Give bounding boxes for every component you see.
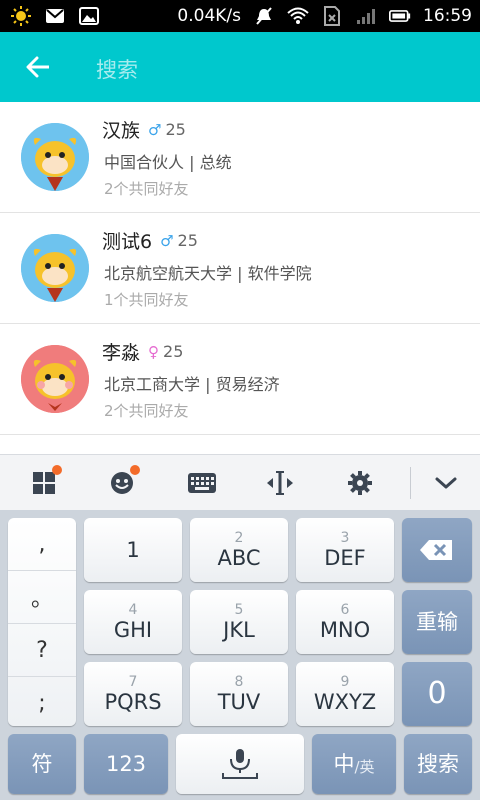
user-info: 中国合伙人 | 总统: [104, 153, 232, 172]
search-key-label: 搜索: [417, 752, 459, 776]
user-age: 25: [165, 120, 186, 139]
arrow-left-icon: [26, 56, 49, 78]
key-0[interactable]: 0: [402, 662, 472, 726]
search-header: 搜索: [0, 32, 480, 102]
network-speed: 0.04K/s: [177, 6, 241, 26]
user-info: 北京工商大学 | 贸易经济: [104, 375, 280, 394]
key-2[interactable]: 2 ABC: [190, 518, 288, 582]
cursor-move-icon[interactable]: [262, 465, 298, 501]
key-3[interactable]: 3 DEF: [296, 518, 394, 582]
user-name: 汉族: [102, 120, 141, 142]
apps-grid-icon[interactable]: [26, 465, 62, 501]
user-name: 李淼: [102, 342, 141, 364]
back-button[interactable]: [20, 49, 56, 85]
key-digit: 6: [340, 601, 350, 618]
key-letters: MNO: [319, 617, 371, 642]
backspace-button[interactable]: [402, 518, 472, 582]
punct-key[interactable]: 。: [8, 571, 76, 624]
mute-icon: [253, 5, 275, 27]
avatar: [21, 123, 89, 191]
lang-main-label: 中: [333, 752, 355, 776]
mutual-friends: 1个共同好友: [104, 291, 189, 309]
lang-sub-label: /英: [354, 757, 375, 776]
avatar: [21, 345, 89, 413]
battery-icon: [389, 5, 411, 27]
female-icon: ♀: [148, 342, 160, 361]
sim-icon: [321, 5, 343, 27]
settings-gear-icon[interactable]: [342, 465, 378, 501]
language-toggle-button[interactable]: 中 /英: [312, 734, 396, 794]
notification-dot: [52, 465, 62, 475]
male-icon: ♂: [160, 231, 174, 250]
key-5[interactable]: 5 JKL: [190, 590, 288, 654]
search-key-button[interactable]: 搜索: [404, 734, 472, 794]
punct-key[interactable]: ;: [8, 677, 76, 729]
punctuation-column: , 。 ? ;: [8, 518, 76, 726]
list-item[interactable]: 测试6 ♂ 25 北京航空航天大学 | 软件学院 1个共同好友: [0, 213, 480, 324]
key-letters: ABC: [217, 545, 261, 570]
key-digit: 3: [340, 529, 350, 546]
t9-keyboard: , 。 ? ; 1 2 ABC 3 DEF 4 GHI 5 JKL 6 MNO …: [0, 510, 480, 800]
reenter-label: 重输: [416, 610, 458, 634]
user-age: 25: [163, 342, 184, 361]
list-item[interactable]: 李淼 ♀ 25 北京工商大学 | 贸易经济 2个共同好友: [0, 324, 480, 435]
avatar: [21, 234, 89, 302]
backspace-icon: [420, 540, 452, 560]
key-digit: 9: [340, 673, 350, 690]
key-letters: TUV: [217, 689, 261, 714]
search-results-list: 汉族 ♂ 25 中国合伙人 | 总统 2个共同好友 测试6 ♂ 25 北京航空航…: [0, 102, 480, 454]
user-name: 测试6: [102, 231, 153, 253]
signal-icon: [355, 5, 377, 27]
clock: 16:59: [423, 6, 472, 26]
symbols-label: 符: [31, 752, 53, 776]
punct-key[interactable]: ?: [8, 624, 76, 677]
key-digit: 0: [427, 676, 447, 711]
list-item[interactable]: 汉族 ♂ 25 中国合伙人 | 总统 2个共同好友: [0, 102, 480, 213]
user-info: 北京航空航天大学 | 软件学院: [104, 264, 312, 283]
mail-icon: [44, 5, 66, 27]
wifi-icon: [287, 5, 309, 27]
symbols-button[interactable]: 符: [8, 734, 76, 794]
key-8[interactable]: 8 TUV: [190, 662, 288, 726]
search-input[interactable]: 搜索: [96, 54, 138, 84]
space-voice-button[interactable]: [176, 734, 304, 794]
numeric-label: 123: [105, 752, 147, 776]
mutual-friends: 2个共同好友: [104, 180, 189, 198]
key-letters: JKL: [223, 617, 255, 642]
key-1[interactable]: 1: [84, 518, 182, 582]
weather-sun-icon: [10, 5, 32, 27]
notification-dot: [130, 465, 140, 475]
chevron-down-icon[interactable]: [428, 465, 464, 501]
microphone-icon: [222, 749, 258, 779]
key-6[interactable]: 6 MNO: [296, 590, 394, 654]
key-digit: 5: [234, 601, 244, 618]
male-icon: ♂: [148, 120, 162, 139]
key-letters: WXYZ: [313, 689, 377, 714]
key-digit: 7: [128, 673, 138, 690]
key-9[interactable]: 9 WXYZ: [296, 662, 394, 726]
punct-key[interactable]: ,: [8, 518, 76, 571]
key-7[interactable]: 7 PQRS: [84, 662, 182, 726]
list-item[interactable]: [0, 435, 480, 454]
key-digit: 8: [234, 673, 244, 690]
key-digit: 4: [128, 601, 138, 618]
key-digit: 2: [234, 529, 244, 546]
key-letters: 1: [126, 538, 140, 562]
key-letters: GHI: [113, 617, 153, 642]
mutual-friends: 2个共同好友: [104, 402, 189, 420]
toolbar-divider: [410, 467, 411, 499]
key-4[interactable]: 4 GHI: [84, 590, 182, 654]
keyboard-toolbar: [0, 454, 480, 511]
keyboard-icon[interactable]: [184, 465, 220, 501]
image-icon: [78, 5, 100, 27]
reenter-button[interactable]: 重输: [402, 590, 472, 654]
numeric-button[interactable]: 123: [84, 734, 168, 794]
key-letters: DEF: [324, 545, 366, 570]
emoji-icon[interactable]: [104, 465, 140, 501]
user-age: 25: [177, 231, 198, 250]
key-letters: PQRS: [104, 689, 162, 714]
status-bar: 0.04K/s 16:59: [0, 0, 480, 32]
